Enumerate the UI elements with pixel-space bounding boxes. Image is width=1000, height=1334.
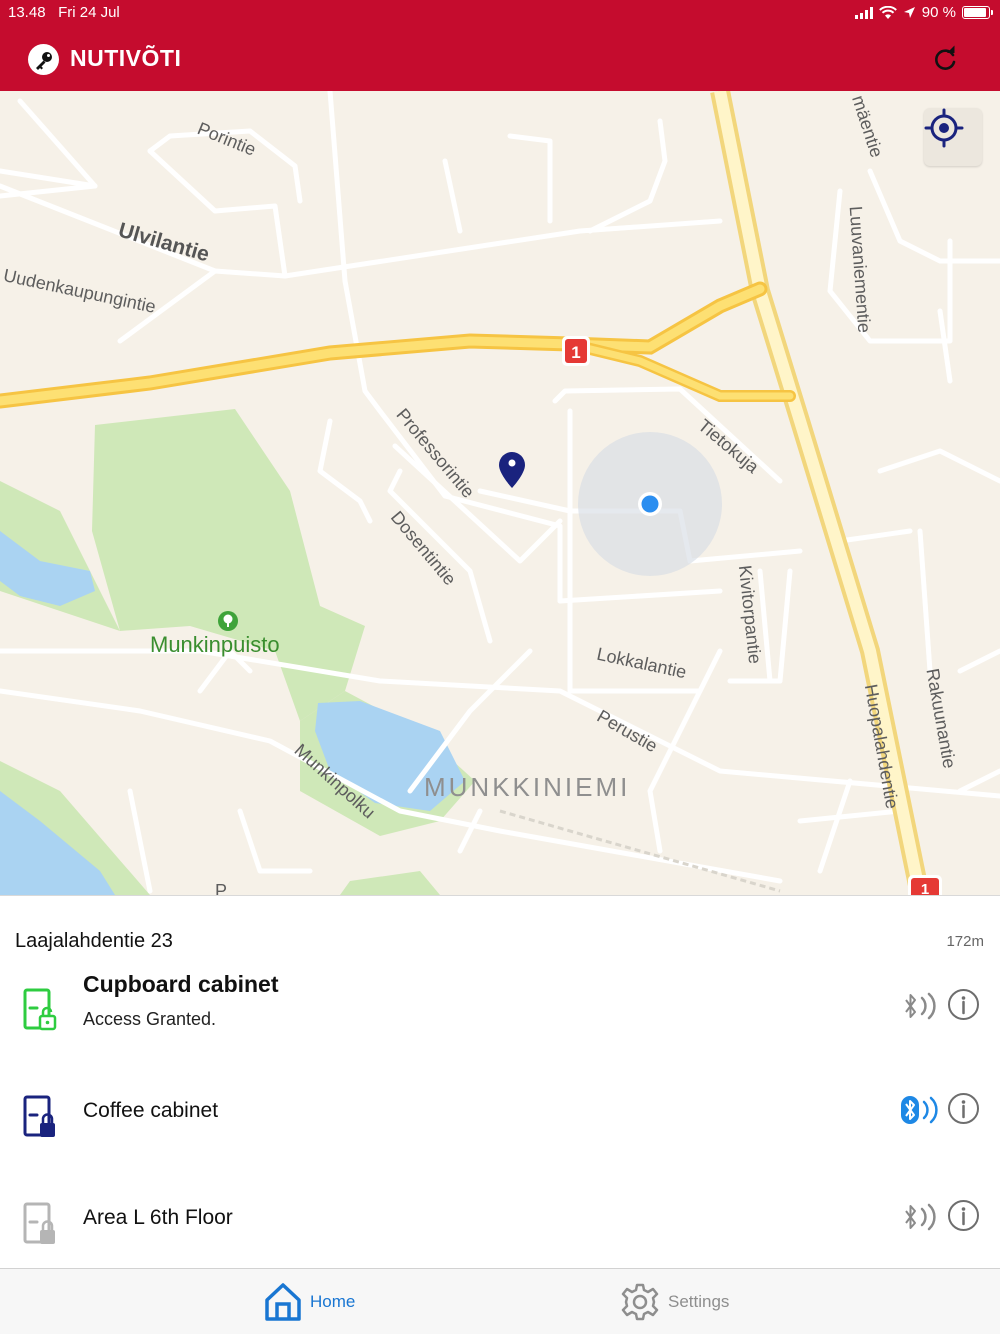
road-badge-1: 1 (562, 336, 590, 366)
road-badge-1-bottom: 1 (908, 875, 942, 895)
gear-icon (621, 1283, 659, 1321)
refresh-icon[interactable] (930, 44, 960, 74)
app-bar: NUTIVÕTI (0, 26, 1000, 91)
lock-row-coffee-cabinet[interactable]: Coffee cabinet (0, 1064, 1000, 1164)
key-logo-icon (28, 44, 59, 75)
tab-settings-label: Settings (668, 1292, 730, 1311)
battery-icon (962, 6, 993, 19)
lock-name: Cupboard cabinet (83, 971, 279, 997)
park-marker-icon (218, 611, 238, 631)
road-badge-text: 1 (571, 343, 580, 362)
tab-home[interactable]: Home (264, 1269, 355, 1334)
park-area-bottom (340, 871, 440, 895)
lock-location-pin-icon[interactable] (499, 452, 525, 488)
lock-row-area-l-6th-floor[interactable]: Area L 6th Floor (0, 1169, 1000, 1269)
road-badge-text-2: 1 (921, 881, 929, 895)
map-view[interactable]: 1 1 Porintie Ulvilantie Uudenkaupunginti… (0, 91, 1000, 895)
park-label: Munkinpuisto (150, 632, 280, 657)
tab-home-label: Home (310, 1292, 356, 1311)
status-bar: 13.48 Fri 24 Jul 90 % (0, 0, 1000, 26)
district-label: MUNKKINIEMI (424, 772, 631, 802)
home-icon (265, 1283, 301, 1321)
lock-name: Area L 6th Floor (83, 1206, 233, 1229)
location-address: Laajalahdentie 23 (15, 930, 173, 952)
tab-bar: Home Settings (0, 1268, 1000, 1334)
location-arrow-icon (903, 7, 915, 18)
info-icon[interactable] (947, 1092, 980, 1125)
lock-list-panel: Laajalahdentie 23 172m Cupboard cabinet … (0, 895, 1000, 1268)
wifi-icon (878, 5, 897, 19)
lock-status: Access Granted. (83, 1009, 217, 1029)
lock-unavailable-icon (23, 1202, 55, 1244)
time-text: 13.48 (8, 4, 46, 21)
location-distance: 172m (946, 933, 984, 950)
lock-row-cupboard-cabinet[interactable]: Cupboard cabinet Access Granted. (0, 961, 1000, 1061)
tab-settings[interactable]: Settings (620, 1269, 729, 1334)
signal-icon (854, 6, 873, 19)
locate-me-button[interactable] (924, 108, 982, 166)
lock-granted-icon (23, 988, 57, 1031)
info-icon[interactable] (947, 988, 980, 1021)
bluetooth-inactive-icon (905, 992, 936, 1020)
railway (499, 809, 781, 893)
bluetooth-inactive-icon (905, 1203, 936, 1231)
crosshair-icon (924, 108, 964, 148)
status-time: 13.48 Fri 24 Jul (8, 4, 120, 21)
lock-locked-icon (23, 1095, 55, 1137)
bluetooth-active-icon (901, 1096, 938, 1124)
street-label: P (215, 881, 228, 895)
date-text: Fri 24 Jul (58, 4, 120, 21)
battery-text: 90 % (921, 4, 956, 21)
app-header: 13.48 Fri 24 Jul 90 % NUTIVÕTI (0, 0, 1000, 91)
status-icons: 90 % (854, 4, 993, 21)
lock-name: Coffee cabinet (83, 1099, 219, 1122)
app-title: NUTIVÕTI (70, 45, 182, 71)
info-icon[interactable] (947, 1199, 980, 1232)
